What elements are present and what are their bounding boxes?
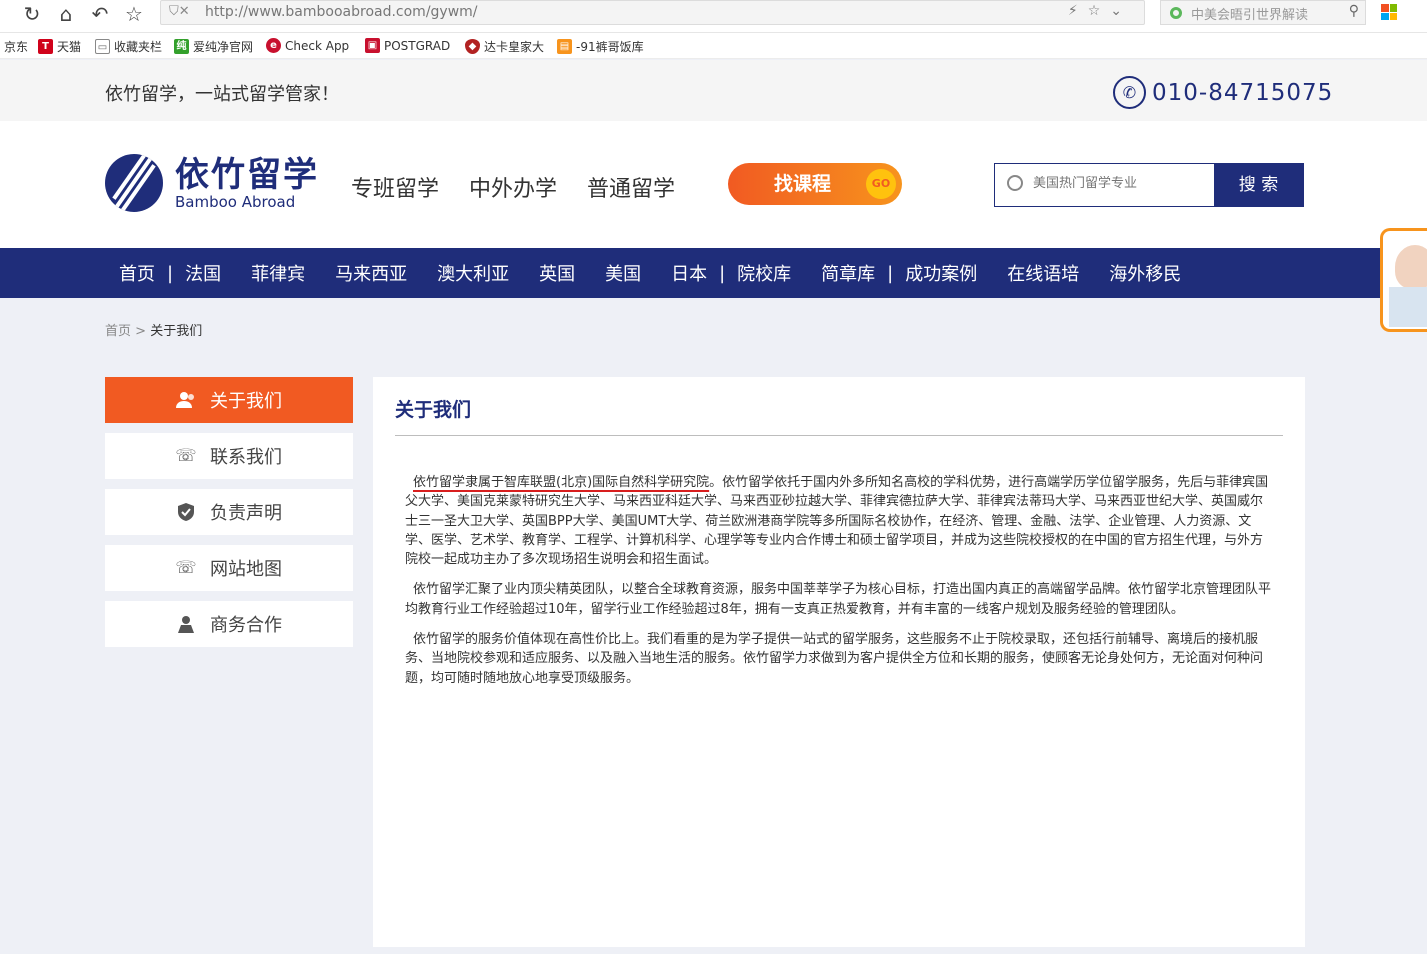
bookmark-jd[interactable]: 京东 bbox=[4, 38, 28, 55]
sidebar-item-label: 联系我们 bbox=[210, 447, 282, 468]
search-icon bbox=[1007, 175, 1023, 191]
sidebar-item-business[interactable]: 商务合作 bbox=[105, 601, 353, 647]
main-nav: 专班留学 中外办学 普通留学 bbox=[351, 171, 675, 203]
sidebar-item-label: 负责声明 bbox=[210, 503, 282, 524]
sidebar-item-contact[interactable]: ☏ 联系我们 bbox=[105, 433, 353, 479]
site-search: 搜 索 bbox=[994, 163, 1304, 207]
nav-home[interactable]: 首页 bbox=[119, 260, 155, 286]
hotline-number: 010-84715075 bbox=[1152, 79, 1334, 106]
nav-schools[interactable]: 院校库 bbox=[737, 260, 791, 286]
sidebar-item-label: 关于我们 bbox=[210, 391, 282, 412]
sidebar-item-about[interactable]: 关于我们 bbox=[105, 377, 353, 423]
nav-philippines[interactable]: 菲律宾 bbox=[251, 260, 305, 286]
sidebar: 关于我们 ☏ 联系我们 负责声明 ☏ 网站地图 商务合作 bbox=[105, 377, 353, 657]
bookmark-postgrad[interactable]: ▣ POSTGRAD bbox=[365, 38, 450, 53]
nav-australia[interactable]: 澳大利亚 bbox=[437, 260, 509, 286]
sidebar-item-label: 商务合作 bbox=[210, 615, 282, 636]
browser-search-box[interactable]: 中美会晤引世界解读 ⚲ bbox=[1160, 0, 1366, 25]
aichunjing-icon: 纯 bbox=[174, 39, 189, 54]
site-search-button[interactable]: 搜 索 bbox=[1214, 164, 1303, 206]
content-panel: 关于我们 依竹留学隶属于智库联盟(北京)国际自然科学研究院。依竹留学依托于国内外… bbox=[373, 377, 1305, 947]
address-url[interactable]: http://www.bambooabroad.com/gywm/ bbox=[205, 4, 478, 20]
nav-france[interactable]: 法国 bbox=[185, 260, 221, 286]
highlighted-text: 依竹留学隶属于智库联盟(北京)国际自然科学研究院 bbox=[413, 475, 710, 490]
consultant-avatar bbox=[1395, 245, 1427, 289]
paragraph-1: 依竹留学隶属于智库联盟(北京)国际自然科学研究院。依竹留学依托于国内外多所知名高… bbox=[405, 473, 1275, 569]
breadcrumb-home[interactable]: 首页 bbox=[105, 324, 131, 339]
nav-separator: | bbox=[887, 262, 894, 284]
tmall-icon: T bbox=[38, 39, 53, 54]
hotline: ✆ 010-84715075 bbox=[1113, 76, 1333, 109]
shield-icon: ◆ bbox=[465, 39, 480, 54]
nav-immigration[interactable]: 海外移民 bbox=[1109, 260, 1181, 286]
browser-search-text: 中美会晤引世界解读 bbox=[1191, 8, 1309, 23]
search-icon[interactable]: ⚲ bbox=[1349, 3, 1359, 19]
bookmark-tmall[interactable]: T 天猫 bbox=[38, 38, 81, 55]
windows-icon[interactable] bbox=[1381, 4, 1397, 20]
nav-zhongwai[interactable]: 中外办学 bbox=[469, 171, 557, 203]
checkapp-icon: e bbox=[266, 38, 281, 53]
user-group-icon bbox=[176, 390, 196, 410]
shield-check-icon bbox=[176, 502, 196, 522]
nav-zhuanban[interactable]: 专班留学 bbox=[351, 171, 439, 203]
nav-malaysia[interactable]: 马来西亚 bbox=[335, 260, 407, 286]
paragraph-2: 依竹留学汇聚了业内顶尖精英团队，以整合全球教育资源，服务中国莘莘学子为核心目标，… bbox=[405, 582, 1272, 617]
nav-separator: | bbox=[167, 262, 174, 284]
nav-usa[interactable]: 美国 bbox=[605, 260, 641, 286]
site-logo[interactable]: 依竹留学 Bamboo Abroad bbox=[105, 154, 319, 212]
sidebar-item-disclaimer[interactable]: 负责声明 bbox=[105, 489, 353, 535]
reload-icon[interactable]: ↻ bbox=[20, 2, 44, 26]
nav-success-cases[interactable]: 成功案例 bbox=[905, 260, 977, 286]
logo-text-cn: 依竹留学 bbox=[175, 155, 319, 195]
sidebar-item-label: 网站地图 bbox=[210, 559, 282, 580]
logo-icon bbox=[105, 154, 163, 212]
content-body: 依竹留学隶属于智库联盟(北京)国际自然科学研究院。依竹留学依托于国内外多所知名高… bbox=[405, 473, 1275, 699]
site-search-input[interactable] bbox=[1033, 176, 1203, 191]
browser-toolbar: ↻ ⌂ ↶ ☆ ⛉✕ http://www.bambooabroad.com/g… bbox=[0, 0, 1427, 33]
star-icon[interactable]: ☆ bbox=[122, 2, 146, 26]
find-course-label: 找课程 bbox=[774, 173, 832, 195]
nav-online-language[interactable]: 在线语培 bbox=[1007, 260, 1079, 286]
nav-japan[interactable]: 日本 bbox=[671, 260, 707, 286]
consultant-avatar-body bbox=[1389, 287, 1427, 327]
bookmark-icon: ▤ bbox=[557, 39, 572, 54]
location-person-icon bbox=[176, 614, 196, 634]
nav-uk[interactable]: 英国 bbox=[539, 260, 575, 286]
search-engine-icon bbox=[1170, 7, 1182, 19]
top-strip: 依竹留学，一站式留学管家！ ✆ 010-84715075 bbox=[0, 60, 1427, 121]
folder-icon: ▭ bbox=[95, 39, 110, 54]
site-slogan: 依竹留学，一站式留学管家！ bbox=[105, 84, 339, 105]
category-nav: 首页 | 法国 菲律宾 马来西亚 澳大利亚 英国 美国 日本 | 院校库 简章库… bbox=[0, 248, 1427, 298]
consultant-widget[interactable] bbox=[1380, 228, 1427, 332]
breadcrumb-separator: > bbox=[131, 324, 151, 339]
bookmark-folder[interactable]: ▭ 收藏夹栏 bbox=[95, 38, 162, 55]
paragraph-3: 依竹留学的服务价值体现在高性价比上。我们看重的是为学子提供一站式的留学服务，这些… bbox=[405, 632, 1264, 686]
phone-icon: ✆ bbox=[1113, 76, 1146, 109]
shield-icon: ⛉✕ bbox=[169, 4, 190, 19]
bookmark-checkapp[interactable]: e Check App bbox=[266, 38, 349, 53]
go-badge: GO bbox=[866, 169, 896, 199]
nav-brochures[interactable]: 简章库 bbox=[821, 260, 875, 286]
site-header: 依竹留学 Bamboo Abroad 专班留学 中外办学 普通留学 找课程 GO… bbox=[0, 121, 1427, 248]
undo-icon[interactable]: ↶ bbox=[88, 2, 112, 26]
phone-icon: ☏ bbox=[175, 558, 197, 578]
find-course-button[interactable]: 找课程 GO bbox=[728, 163, 902, 205]
postgrad-icon: ▣ bbox=[365, 38, 380, 53]
logo-text-en: Bamboo Abroad bbox=[175, 193, 296, 211]
bookmark-daka[interactable]: ◆ 达卡皇家大 bbox=[465, 38, 544, 55]
breadcrumb: 首页 > 关于我们 bbox=[105, 320, 202, 339]
home-icon[interactable]: ⌂ bbox=[54, 2, 78, 26]
nav-putong[interactable]: 普通留学 bbox=[587, 171, 675, 203]
nav-separator: | bbox=[719, 262, 726, 284]
content-divider bbox=[395, 435, 1283, 436]
phone-icon: ☏ bbox=[175, 446, 197, 466]
breadcrumb-current: 关于我们 bbox=[150, 324, 203, 339]
bookmarks-bar: 京东 T 天猫 ▭ 收藏夹栏 纯爱纯净官网 e Check App ▣ POSTGRAD… bbox=[0, 33, 1427, 59]
bookmark-91[interactable]: ▤ -91裤哥饭库 bbox=[557, 38, 644, 55]
content-title: 关于我们 bbox=[395, 399, 472, 421]
address-actions[interactable]: ⚡☆⌄ bbox=[1068, 3, 1132, 19]
bookmark-aichunjing[interactable]: 纯爱纯净官网 bbox=[174, 38, 253, 55]
address-bar[interactable]: ⛉✕ http://www.bambooabroad.com/gywm/ ⚡☆⌄ bbox=[160, 0, 1145, 25]
sidebar-item-sitemap[interactable]: ☏ 网站地图 bbox=[105, 545, 353, 591]
